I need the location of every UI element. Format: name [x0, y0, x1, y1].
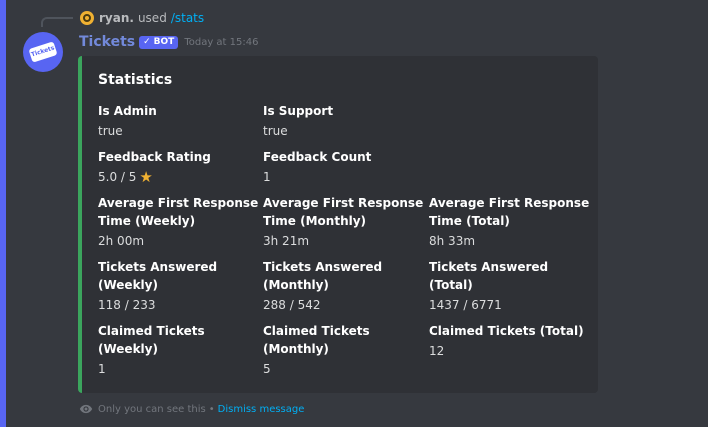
field-afrt-weekly: Average First Response Time (Weekly) 2h …: [98, 194, 260, 250]
field-value: 1: [98, 362, 106, 376]
reply-spine: [41, 17, 73, 27]
field-name: Claimed Tickets (Monthly): [263, 324, 370, 356]
field-value: 5.0 / 5 ★: [98, 168, 260, 186]
ephemeral-footer: Only you can see this • Dismiss message: [79, 402, 304, 416]
field-name: Average First Response Time (Weekly): [98, 196, 259, 228]
ticket-logo-icon: Tickets: [28, 41, 58, 63]
bot-avatar[interactable]: Tickets: [23, 32, 63, 72]
field-value: 118 / 233: [98, 298, 156, 312]
field-claimed-monthly: Claimed Tickets (Monthly) 5: [263, 322, 425, 378]
dismiss-message-link[interactable]: Dismiss message: [218, 404, 305, 415]
reply-username[interactable]: ryan.: [99, 11, 134, 25]
field-value: 3h 21m: [263, 234, 310, 248]
command-reply-context[interactable]: ryan. used /stats: [80, 9, 204, 27]
field-afrt-total: Average First Response Time (Total) 8h 3…: [429, 194, 591, 250]
check-icon: ✓: [143, 37, 151, 47]
field-name: Tickets Answered (Total): [429, 260, 549, 292]
highlight-bar: [0, 0, 6, 427]
message-header: Tickets ✓ BOT Today at 15:46: [79, 32, 258, 52]
field-value: 8h 33m: [429, 234, 476, 248]
field-value: 288 / 542: [263, 298, 321, 312]
field-name: Tickets Answered (Monthly): [263, 260, 383, 292]
message-timestamp: Today at 15:46: [184, 36, 259, 48]
bot-tag: ✓ BOT: [139, 35, 179, 49]
footer-separator: •: [208, 403, 215, 415]
field-name: Is Admin: [98, 104, 157, 118]
field-feedback-count: Feedback Count 1: [263, 148, 425, 186]
field-value: 12: [429, 344, 445, 358]
field-name: Feedback Count: [263, 150, 372, 164]
field-feedback-rating: Feedback Rating 5.0 / 5 ★: [98, 148, 260, 186]
field-claimed-weekly: Claimed Tickets (Weekly) 1: [98, 322, 260, 378]
field-value: 5: [263, 362, 271, 376]
field-claimed-total: Claimed Tickets (Total) 12: [429, 322, 591, 360]
field-value: true: [263, 124, 288, 138]
field-answered-monthly: Tickets Answered (Monthly) 288 / 542: [263, 258, 425, 314]
field-name: Tickets Answered (Weekly): [98, 260, 218, 292]
field-name: Average First Response Time (Total): [429, 196, 590, 228]
star-icon: ★: [139, 168, 153, 186]
only-you-notice: Only you can see this: [98, 403, 206, 415]
user-avatar-icon: [80, 11, 94, 25]
field-name: Claimed Tickets (Weekly): [98, 324, 205, 356]
field-name: Average First Response Time (Monthly): [263, 196, 424, 228]
field-value: 1: [263, 170, 271, 184]
field-name: Claimed Tickets (Total): [429, 324, 584, 338]
reply-used-text: used: [137, 11, 167, 25]
field-answered-weekly: Tickets Answered (Weekly) 118 / 233: [98, 258, 260, 314]
field-is-support: Is Support true: [263, 102, 425, 140]
field-answered-total: Tickets Answered (Total) 1437 / 6771: [429, 258, 591, 314]
reply-command[interactable]: /stats: [171, 11, 204, 25]
field-name: Feedback Rating: [98, 150, 211, 164]
field-is-admin: Is Admin true: [98, 102, 260, 140]
field-value: 2h 00m: [98, 234, 145, 248]
stats-embed: Statistics Is Admin true Is Support true…: [78, 56, 598, 393]
embed-title: Statistics: [98, 72, 173, 88]
field-name: Is Support: [263, 104, 334, 118]
field-value: true: [98, 124, 123, 138]
eye-icon: [79, 404, 93, 414]
field-afrt-monthly: Average First Response Time (Monthly) 3h…: [263, 194, 425, 250]
feedback-rating-value: 5.0 / 5: [98, 170, 137, 184]
author-name[interactable]: Tickets: [79, 34, 135, 50]
bot-tag-label: BOT: [153, 37, 175, 47]
field-value: 1437 / 6771: [429, 298, 502, 312]
